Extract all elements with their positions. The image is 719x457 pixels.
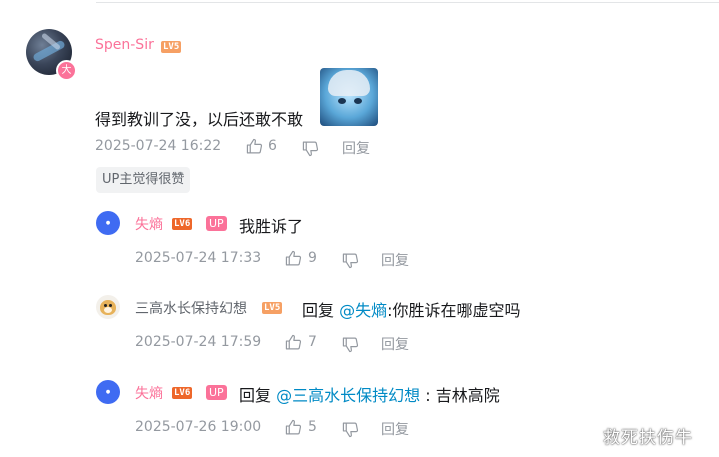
like-count: 6: [268, 138, 277, 154]
thumbs-down-icon[interactable]: [342, 336, 359, 353]
comment-text: 得到教训了没，以后还敢不敢: [95, 110, 304, 129]
level-badge: LV5: [161, 41, 182, 53]
reply-avatar[interactable]: ●: [96, 380, 120, 404]
reply-username[interactable]: 失熵: [135, 383, 163, 403]
up-liked-chip: UP主觉得很赞: [96, 167, 191, 193]
thumbs-up-icon[interactable]: [285, 419, 302, 436]
reply-avatar[interactable]: [96, 295, 120, 319]
reply-prefix: 回复: [239, 386, 272, 405]
reply-time: 2025-07-26 19:00: [135, 419, 262, 435]
reply-button[interactable]: 回复: [381, 334, 409, 354]
reply-time: 2025-07-24 17:33: [135, 250, 262, 266]
reply-username[interactable]: 三高水长保持幻想: [135, 298, 247, 318]
reply-username[interactable]: 失熵: [135, 214, 163, 234]
avatar-logo-icon: ●: [105, 389, 111, 395]
comment-time: 2025-07-24 16:22: [95, 138, 222, 154]
level-badge: LV5: [262, 302, 283, 314]
thumbs-down-icon[interactable]: [342, 421, 359, 438]
reply-button[interactable]: 回复: [342, 138, 370, 158]
like-count: 9: [308, 250, 317, 266]
reply-text: 你胜诉在哪虚空吗: [392, 301, 521, 320]
reply-button[interactable]: 回复: [381, 250, 409, 270]
reply-content: 回复 @失熵:你胜诉在哪虚空吗: [302, 297, 521, 321]
level-badge: LV6: [172, 218, 193, 230]
reply-time: 2025-07-24 17:59: [135, 334, 262, 350]
like-count: 5: [308, 419, 317, 435]
thumbs-up-icon[interactable]: [285, 334, 302, 351]
avatar-logo-icon: ●: [105, 220, 111, 226]
level-badge: LV6: [172, 387, 193, 399]
emoji-sticker: [320, 68, 378, 126]
mention-link[interactable]: @失熵: [339, 301, 387, 320]
reply-avatar[interactable]: ●: [96, 211, 120, 235]
thumbs-down-icon[interactable]: [342, 252, 359, 269]
up-tag: UP: [206, 385, 227, 400]
mention-link[interactable]: @三高水长保持幻想: [276, 386, 420, 405]
reply-prefix: 回复: [302, 301, 335, 320]
reply-content: 回复 @三高水长保持幻想 : 吉林高院: [239, 382, 500, 406]
thumbs-up-icon[interactable]: [285, 250, 302, 267]
watermark-text: 救死扶伤牛: [603, 428, 693, 448]
thumbs-up-icon[interactable]: [246, 138, 263, 155]
like-count: 7: [308, 334, 317, 350]
reply-text: 我胜诉了: [239, 217, 304, 236]
reply-button[interactable]: 回复: [381, 419, 409, 439]
top-divider: [96, 2, 719, 3]
up-tag: UP: [206, 216, 227, 231]
comment-username[interactable]: Spen-Sir: [95, 37, 154, 53]
mention-separator: :: [420, 386, 436, 405]
thumbs-down-icon[interactable]: [302, 140, 319, 157]
avatar-badge: 大: [56, 60, 77, 81]
reply-text: 吉林高院: [435, 386, 500, 405]
